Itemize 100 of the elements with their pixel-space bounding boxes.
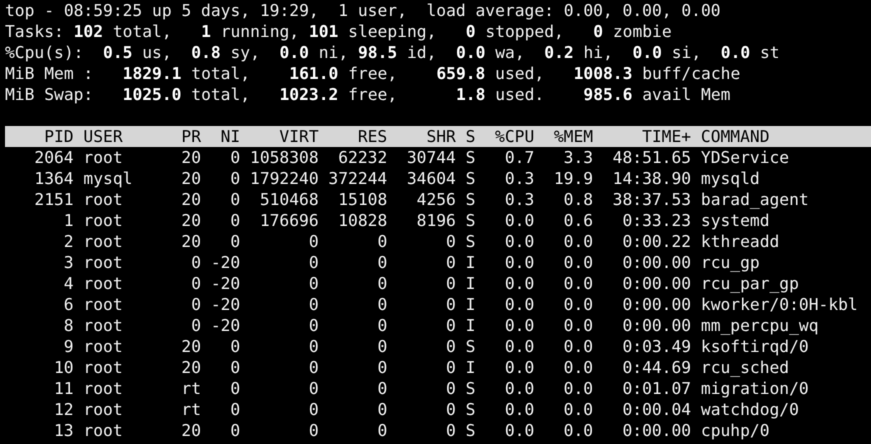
- column-header: PID: [43, 126, 74, 147]
- table-cell-text: 0:00.00: [621, 294, 692, 315]
- table-cell-text: 0: [445, 273, 456, 294]
- table-cell-text: S: [464, 336, 476, 357]
- table-cell-text: 3.3: [562, 147, 594, 168]
- table-cell-text: 4: [62, 273, 74, 294]
- table-cell-text: 0: [445, 294, 456, 315]
- table-cell-text: 0: [229, 336, 240, 357]
- table-cell-text: 2064: [33, 147, 74, 168]
- table-cell-text: 8: [62, 315, 74, 336]
- table-cell-text: 0.0: [562, 273, 594, 294]
- table-cell-text: rt: [180, 399, 202, 420]
- table-cell-text: 12: [53, 399, 74, 420]
- table-cell-text: -20: [210, 273, 240, 294]
- table-cell-text: 0.0: [504, 252, 534, 273]
- table-cell-text: 176696: [258, 210, 319, 231]
- table-cell-text: 0.0: [504, 231, 534, 252]
- table-cell-text: 0:33.23: [621, 210, 692, 231]
- table-cell-text: 0: [308, 399, 319, 420]
- column-header: S: [464, 126, 476, 147]
- table-cell-text: ksoftirqd/0: [700, 336, 809, 357]
- table-cell-text: 0: [229, 420, 240, 441]
- table-cell-text: 11: [53, 378, 74, 399]
- table-cell-text: 0:01.07: [621, 378, 692, 399]
- table-cell-text: root: [82, 315, 124, 336]
- table-cell-text: root: [82, 273, 124, 294]
- table-cell-text: 0: [445, 420, 456, 441]
- column-header: TIME+: [641, 126, 692, 147]
- table-cell-text: I: [464, 273, 476, 294]
- table-cell-text: 0: [308, 315, 319, 336]
- table-cell-text: 0: [445, 399, 456, 420]
- table-cell-text: rcu_par_gp: [700, 273, 799, 294]
- table-cell-text: 0: [445, 357, 456, 378]
- table-cell-text: systemd: [700, 210, 770, 231]
- table-cell-text: 0: [376, 273, 388, 294]
- table-cell-text: 0: [229, 378, 240, 399]
- table-cell-text: 2: [62, 231, 74, 252]
- table-cell-text: root: [82, 336, 124, 357]
- table-cell-text: 0: [190, 315, 202, 336]
- table-cell-text: 0: [376, 294, 388, 315]
- table-cell-text: 1058308: [249, 147, 319, 168]
- table-cell-text: S: [464, 189, 476, 210]
- table-cell-text: 0.8: [562, 189, 594, 210]
- summary-line: top - 08:59:25 up 5 days, 19:29, 1 user, load average: 0.00, 0.00, 0.00: [5, 0, 722, 21]
- table-cell-text: I: [464, 315, 476, 336]
- table-cell-text: 510468: [258, 189, 319, 210]
- column-header: USER: [82, 126, 124, 147]
- table-cell-text: 0.0: [504, 420, 534, 441]
- table-cell-text: 0: [376, 357, 388, 378]
- table-cell-text: 0: [308, 273, 319, 294]
- table-cell-text: kthreadd: [700, 231, 780, 252]
- table-cell-text: 372244: [327, 168, 388, 189]
- table-cell-text: 0: [445, 231, 456, 252]
- table-cell-text: 0:00.00: [621, 315, 692, 336]
- table-cell-text: 20: [180, 336, 202, 357]
- table-cell-text: 20: [180, 210, 202, 231]
- table-cell-text: 0: [229, 210, 240, 231]
- table-cell-text: 0.0: [504, 273, 534, 294]
- table-cell-text: cpuhp/0: [700, 420, 770, 441]
- table-cell-text: 0:03.49: [621, 336, 692, 357]
- table-cell-text: root: [82, 210, 124, 231]
- table-cell-text: root: [82, 147, 124, 168]
- table-cell-text: 0: [190, 252, 202, 273]
- table-cell-text: rt: [180, 378, 202, 399]
- table-cell-text: 0: [376, 378, 388, 399]
- table-cell-text: I: [464, 252, 476, 273]
- table-cell-text: 0: [445, 378, 456, 399]
- table-cell-text: 0.0: [562, 294, 594, 315]
- table-cell-text: rcu_sched: [700, 357, 790, 378]
- table-cell-text: 6: [62, 294, 74, 315]
- table-cell-text: 0: [308, 378, 319, 399]
- table-cell-text: 0:00.22: [621, 231, 692, 252]
- table-cell-text: 10828: [337, 210, 388, 231]
- table-cell-text: 0.0: [504, 336, 534, 357]
- table-cell-text: 9: [62, 336, 74, 357]
- summary-line: %Cpu(s): 0.5 us, 0.8 sy, 0.0 ni, 98.5 id, 0.0 wa, 0.2 hi, 0.0 si, 0.0 st: [5, 42, 781, 63]
- table-cell-text: 0: [445, 336, 456, 357]
- table-cell-text: 0: [190, 294, 202, 315]
- table-cell-text: 30744: [406, 147, 456, 168]
- table-cell-text: 0: [376, 399, 388, 420]
- table-cell-text: 34604: [406, 168, 456, 189]
- table-cell-text: 0: [229, 189, 240, 210]
- table-cell-text: 15108: [337, 189, 388, 210]
- table-cell-text: 19.9: [552, 168, 594, 189]
- table-cell-text: barad_agent: [700, 189, 809, 210]
- table-cell-text: 13: [53, 420, 74, 441]
- column-header: PR: [180, 126, 202, 147]
- column-header: SHR: [425, 126, 456, 147]
- table-cell-text: root: [82, 399, 124, 420]
- table-cell-text: 0.3: [504, 189, 534, 210]
- table-cell-text: 0: [308, 420, 319, 441]
- table-cell-text: 0.0: [504, 357, 534, 378]
- table-cell-text: rcu_gp: [700, 252, 760, 273]
- table-cell-text: 0:44.69: [621, 357, 692, 378]
- table-cell-text: 0.0: [504, 378, 534, 399]
- table-cell-text: 0:00.00: [621, 420, 692, 441]
- table-cell-text: 0: [376, 420, 388, 441]
- table-cell-text: root: [82, 189, 124, 210]
- table-cell-text: 20: [180, 168, 202, 189]
- table-cell-text: 20: [180, 189, 202, 210]
